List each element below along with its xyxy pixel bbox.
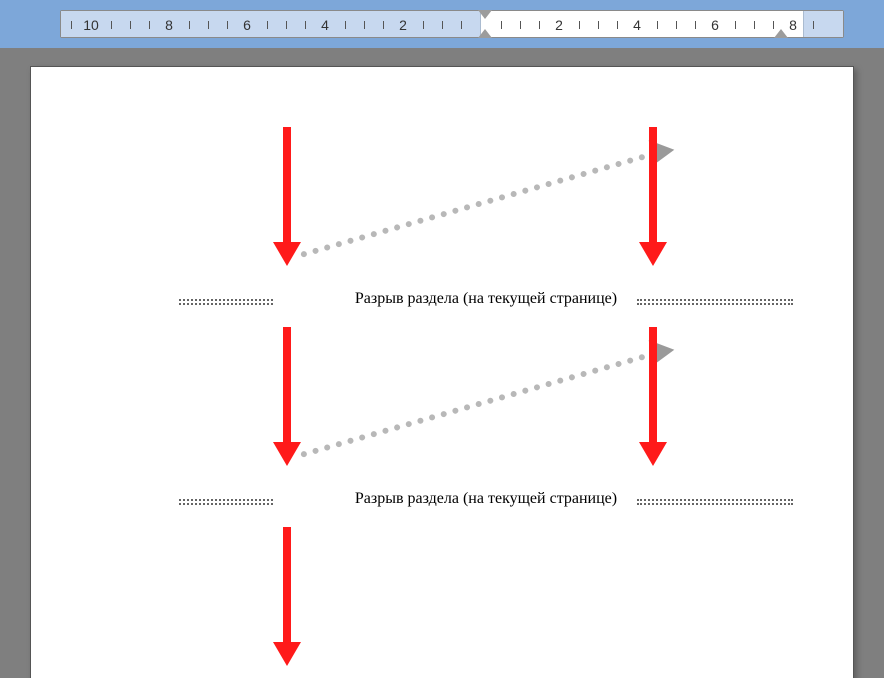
ruler-tick [773, 21, 774, 29]
ruler-tick [383, 21, 384, 29]
ruler-left-margin [61, 11, 481, 37]
ruler-tick [227, 21, 228, 29]
ruler-tick [423, 21, 424, 29]
down-arrow-icon [283, 327, 291, 444]
ruler-num: 8 [165, 11, 173, 39]
ruler-num: 6 [711, 11, 719, 39]
right-indent-marker[interactable] [774, 29, 788, 38]
document-page[interactable]: Разрыв раздела (на текущей странице) Раз… [30, 66, 854, 678]
ruler-tick [754, 21, 755, 29]
ruler-tick [461, 21, 462, 29]
hanging-indent-marker[interactable] [478, 29, 492, 38]
horizontal-ruler[interactable]: 10 8 6 4 2 2 4 6 8 [60, 10, 844, 38]
ruler-num: 4 [633, 11, 641, 39]
section-break-marker: Разрыв раздела (на текущей странице) [179, 489, 793, 509]
ruler-num: 6 [243, 11, 251, 39]
ruler-tick [657, 21, 658, 29]
ruler-tick [735, 21, 736, 29]
ruler-tick [71, 21, 72, 29]
ruler-tick [579, 21, 580, 29]
ruler-tick [442, 21, 443, 29]
connector-arrow-icon [300, 350, 657, 458]
section-break-text: Разрыв раздела (на текущей странице) [353, 490, 619, 507]
down-arrow-icon [283, 527, 291, 644]
down-arrow-icon [649, 127, 657, 244]
ruler-tick [676, 21, 677, 29]
ruler-tick [130, 21, 131, 29]
ruler-tick [813, 21, 814, 29]
ruler-tick [267, 21, 268, 29]
ruler-tick [520, 21, 521, 29]
ruler-tick [501, 21, 502, 29]
ruler-tick [345, 21, 346, 29]
ruler-tick [539, 21, 540, 29]
ruler-num: 2 [399, 11, 407, 39]
ruler-tick [364, 21, 365, 29]
ruler-tick [305, 21, 306, 29]
connector-arrow-icon [300, 150, 657, 258]
ruler-num: 10 [83, 11, 99, 39]
ruler-tick [149, 21, 150, 29]
ruler-tick [189, 21, 190, 29]
document-area[interactable]: Разрыв раздела (на текущей странице) Раз… [0, 48, 884, 678]
ruler-tick [695, 21, 696, 29]
ruler-num: 2 [555, 11, 563, 39]
ruler-tick [286, 21, 287, 29]
ruler-tick [598, 21, 599, 29]
section-break-marker: Разрыв раздела (на текущей странице) [179, 289, 793, 309]
down-arrow-icon [283, 127, 291, 244]
section-break-text: Разрыв раздела (на текущей странице) [353, 290, 619, 307]
ruler-num: 4 [321, 11, 329, 39]
ruler-tick [617, 21, 618, 29]
ruler-tick [111, 21, 112, 29]
ruler-right-margin [803, 11, 843, 37]
first-line-indent-marker[interactable] [478, 10, 492, 19]
down-arrow-icon [649, 327, 657, 444]
ruler-band: 10 8 6 4 2 2 4 6 8 [0, 0, 884, 48]
ruler-num: 8 [789, 11, 797, 39]
ruler-tick [208, 21, 209, 29]
